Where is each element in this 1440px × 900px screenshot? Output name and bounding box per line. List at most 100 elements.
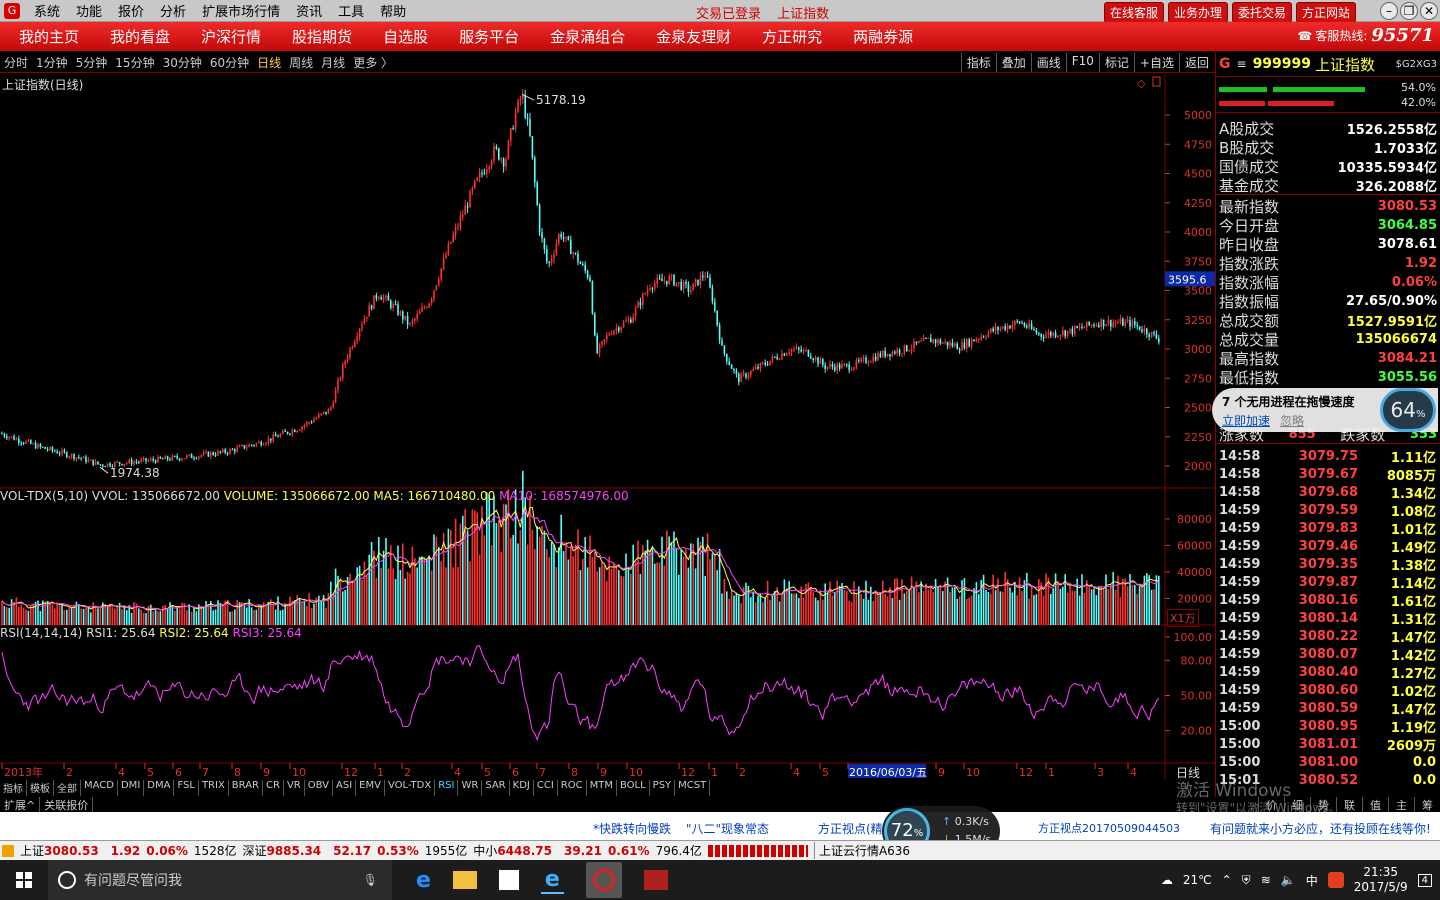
indicator-tab-20[interactable]: ROC [558, 780, 587, 796]
toolbar-item-2[interactable]: 画线 [1030, 53, 1066, 72]
diamond-icon[interactable]: ◇ [1137, 77, 1146, 90]
ie-icon[interactable]: e [540, 867, 564, 894]
popup-action-link[interactable]: 立即加速 [1222, 412, 1270, 429]
indicator-tab-21[interactable]: MTM [587, 780, 617, 796]
toolbar-item-6[interactable]: 返回 [1178, 53, 1214, 72]
popup-ignore-link[interactable]: 忽略 [1280, 412, 1304, 429]
nav-item-3[interactable]: 股指期货 [273, 26, 364, 47]
indicator-tab-22[interactable]: BOLL [617, 780, 650, 796]
menu-item-3[interactable]: 分析 [152, 1, 194, 20]
doc-icon[interactable] [1152, 76, 1161, 87]
nav-item-7[interactable]: 金泉友理财 [637, 26, 743, 47]
indicator-tab-7[interactable]: TRIX [199, 780, 229, 796]
restore-icon[interactable]: ❐ [1400, 2, 1418, 20]
toolbar-item-5[interactable]: +自选 [1133, 53, 1179, 72]
wifi-icon[interactable]: ≋ [1261, 873, 1271, 887]
top-button-0[interactable]: 在线客服 [1103, 2, 1164, 23]
menu-item-1[interactable]: 功能 [68, 1, 110, 20]
indicator-tab-19[interactable]: CCI [534, 780, 558, 796]
indicator-tab-2[interactable]: 全部 [54, 780, 81, 796]
sogou-icon[interactable] [1327, 872, 1344, 888]
nav-item-9[interactable]: 两融券源 [834, 26, 925, 47]
ticker-item-3[interactable]: 方正视点(精 [818, 820, 883, 837]
period-5[interactable]: 60分钟 [206, 54, 253, 71]
bottom-tab-1[interactable]: 关联报价 [40, 797, 94, 812]
toolbar-item-1[interactable]: 叠加 [995, 53, 1031, 72]
notification-icon[interactable]: 4 [1417, 873, 1432, 887]
indicator-tab-16[interactable]: WR [458, 780, 483, 796]
microphone-icon[interactable]: 🎙 [363, 873, 378, 887]
toolbar-item-0[interactable]: 指标 [960, 53, 996, 72]
indicator-tab-8[interactable]: BRAR [229, 780, 263, 796]
nav-item-8[interactable]: 方正研究 [743, 26, 834, 47]
period-7[interactable]: 周线 [285, 54, 317, 71]
nav-item-0[interactable]: 我的主页 [0, 26, 91, 47]
file-explorer-icon[interactable] [452, 871, 477, 889]
close-icon[interactable]: ✕ [1420, 2, 1438, 20]
indicator-tab-4[interactable]: DMI [118, 780, 145, 796]
ticker-item-1[interactable]: *快跌转向慢跌 [593, 820, 671, 837]
top-button-1[interactable]: 业务办理 [1167, 2, 1228, 23]
founder-app-icon[interactable] [585, 862, 622, 898]
edge-icon[interactable]: e [416, 868, 431, 893]
indicator-tab-9[interactable]: CR [263, 780, 284, 796]
menu-icon[interactable]: ≡ [1237, 57, 1247, 71]
indicator-tab-6[interactable]: FSL [174, 780, 199, 796]
menu-item-7[interactable]: 帮助 [372, 1, 414, 20]
indicator-tab-14[interactable]: VOL-TDX [385, 780, 436, 796]
toolbar-item-4[interactable]: 标记 [1098, 53, 1134, 72]
indicator-tab-17[interactable]: SAR [482, 780, 510, 796]
toolbar-item-3[interactable]: F10 [1065, 53, 1099, 72]
period-6[interactable]: 日线 [253, 54, 285, 71]
indicator-tab-5[interactable]: DMA [144, 780, 175, 796]
menu-item-6[interactable]: 工具 [330, 1, 372, 20]
ticker-item-2[interactable]: "八二"现象常态 [686, 820, 769, 837]
volume-icon[interactable]: 🔈 [1281, 873, 1296, 887]
period-9[interactable]: 更多 〉 [349, 54, 397, 71]
indicator-tab-12[interactable]: ASI [333, 780, 357, 796]
clock[interactable]: 21:35 2017/5/9 [1354, 865, 1408, 895]
chart-area[interactable]: 5000475045004250400037503500325030002750… [0, 73, 1215, 780]
indicator-tab-3[interactable]: MACD [81, 780, 118, 796]
indicator-tab-0[interactable]: 指标 [0, 780, 27, 796]
indicator-tab-24[interactable]: MCST [675, 780, 711, 796]
popup-percent-gauge[interactable]: 64% [1380, 388, 1436, 432]
indicator-tab-23[interactable]: PSY [650, 780, 676, 796]
nav-item-5[interactable]: 服务平台 [440, 26, 531, 47]
candle [709, 273, 711, 289]
nav-item-4[interactable]: 自选股 [364, 26, 440, 47]
indicator-tab-10[interactable]: VR [284, 780, 305, 796]
cortana-search[interactable]: 有问题尽管问我 🎙 [48, 860, 392, 900]
menu-item-0[interactable]: 系统 [26, 1, 68, 20]
period-4[interactable]: 30分钟 [159, 54, 206, 71]
menu-item-4[interactable]: 扩展市场行情 [194, 1, 288, 20]
gift-app-icon[interactable] [643, 870, 668, 890]
menu-item-5[interactable]: 资讯 [288, 1, 330, 20]
ime-indicator[interactable]: 中 [1306, 872, 1318, 889]
nav-item-6[interactable]: 金泉涌组合 [531, 26, 637, 47]
period-0[interactable]: 分时 [0, 54, 32, 71]
nav-item-2[interactable]: 沪深行情 [182, 26, 273, 47]
ticker-item-5[interactable]: 有问题就来小方必应，还有投顾在线等你! [1210, 820, 1431, 837]
top-button-3[interactable]: 方正网站 [1295, 2, 1356, 23]
indicator-tab-1[interactable]: 模板 [27, 780, 54, 796]
shield-icon[interactable]: ⛨ [1242, 873, 1251, 888]
period-1[interactable]: 1分钟 [32, 54, 72, 71]
period-3[interactable]: 15分钟 [111, 54, 158, 71]
nav-item-1[interactable]: 我的看盘 [91, 26, 182, 47]
store-icon[interactable] [498, 870, 519, 890]
top-button-2[interactable]: 委托交易 [1231, 2, 1292, 23]
period-2[interactable]: 5分钟 [72, 54, 112, 71]
period-8[interactable]: 月线 [317, 54, 349, 71]
indicator-tab-15[interactable]: RSI [435, 780, 459, 796]
ticker-item-4[interactable]: 方正视点20170509044503 [1038, 820, 1180, 836]
bottom-tab-0[interactable]: 扩展^ [0, 797, 41, 812]
start-button[interactable] [0, 860, 48, 900]
chevron-up-icon[interactable]: ⌃ [1222, 873, 1232, 887]
tick-list[interactable]: 14:58 3079.75 1.11亿 14:58 3079.67 8085万 14:58 3… [1216, 444, 1440, 789]
indicator-tab-11[interactable]: OBV [305, 780, 333, 796]
menu-item-2[interactable]: 报价 [110, 1, 152, 20]
minimize-icon[interactable]: – [1380, 2, 1398, 20]
indicator-tab-18[interactable]: KDJ [510, 780, 534, 796]
indicator-tab-13[interactable]: EMV [356, 780, 385, 796]
